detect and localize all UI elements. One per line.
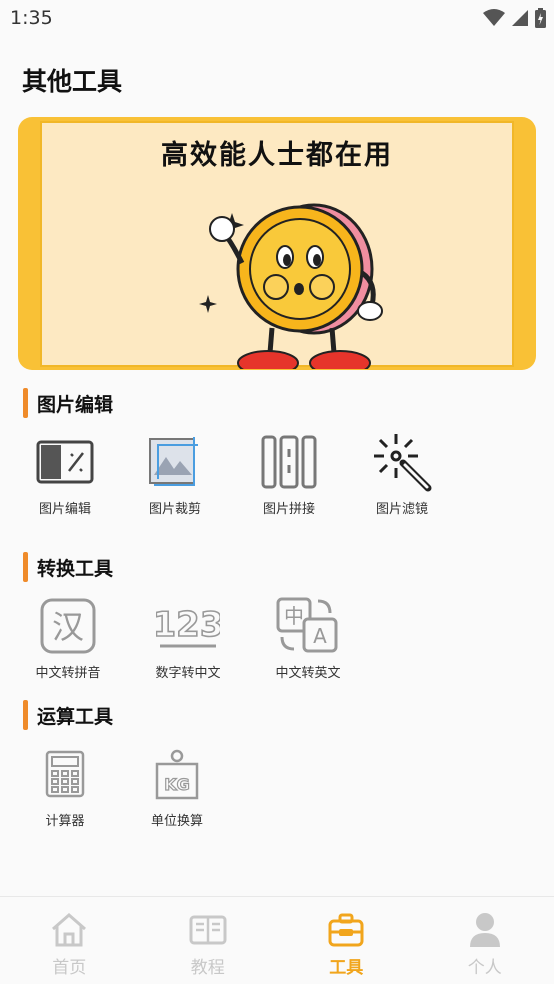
nav-label: 教程 [190,958,225,978]
section-title: 运算工具 [37,705,114,728]
nav-profile[interactable]: 个人 [416,897,554,984]
magic-wand-icon [352,432,452,492]
tool-label: 图片拼接 [262,502,315,517]
battery-icon [535,8,546,28]
tool-label: 图片编辑 [38,502,91,517]
kg-glyph: KG [164,775,190,794]
tool-label: 数字转中文 [155,666,221,681]
tool-image-edit[interactable]: 图片编辑 [15,432,115,517]
tool-label: 中文转英文 [275,666,341,681]
nav-home[interactable]: 首页 [0,897,139,984]
translate-icon: 中 A [258,596,358,656]
tool-label: 计算器 [45,814,85,829]
tool-chinese-to-english[interactable]: 中 A 中文转英文 [258,596,358,681]
toolbox-icon [324,909,368,951]
tool-label: 中文转拼音 [35,666,101,681]
nav-tutorial[interactable]: 教程 [139,897,278,984]
coin-mascot-illustration [199,203,383,369]
tool-number-to-chinese[interactable]: 123 数字转中文 [138,596,238,681]
bottom-nav: 首页 教程 工具 个人 [0,896,554,984]
translate-glyph-en: A [313,624,327,648]
section-header-image-editing: 图片编辑 [23,387,113,419]
section-title: 图片编辑 [37,393,114,416]
nav-label: 首页 [52,958,87,978]
book-icon [186,909,230,951]
tool-label: 单位换算 [150,814,203,829]
wifi-icon [483,9,505,26]
tool-image-filter[interactable]: 图片滤镜 [352,432,452,517]
tool-unit-conversion[interactable]: KG 单位换算 [127,744,227,829]
signal-icon [512,10,528,26]
tool-label: 图片裁剪 [148,502,201,517]
section-header-conversion: 转换工具 [23,551,113,583]
nav-tools[interactable]: 工具 [277,897,416,984]
status-bar: 1:35 [0,0,554,38]
person-icon [463,909,507,951]
chinese-char-icon: 汉 [18,596,118,656]
banner-headline: 高效能人士都在用 [161,140,393,171]
status-time: 1:35 [10,7,53,29]
page-title: 其他工具 [22,67,123,96]
status-icons [483,7,546,29]
section-accent-bar [23,700,28,730]
tool-chinese-to-pinyin[interactable]: 汉 中文转拼音 [18,596,118,681]
home-icon [47,909,91,951]
numbers-glyph: 123 [156,605,220,645]
tool-calculator[interactable]: 计算器 [15,744,115,829]
banner-board: 高效能人士都在用 [40,121,514,369]
image-edit-icon [15,432,115,492]
nav-label: 个人 [467,958,502,978]
tool-image-crop[interactable]: 图片裁剪 [125,432,225,517]
section-title: 转换工具 [37,557,114,580]
image-stitch-icon [239,432,339,492]
section-accent-bar [23,552,28,582]
section-header-calculation: 运算工具 [23,699,113,731]
tool-image-stitch[interactable]: 图片拼接 [239,432,339,517]
section-accent-bar [23,388,28,418]
translate-glyph-zh: 中 [284,604,304,628]
numbers-icon: 123 [138,596,238,656]
nav-label: 工具 [329,958,364,978]
weight-kg-icon: KG [127,744,227,804]
image-crop-icon [125,432,225,492]
calculator-icon [15,744,115,804]
chinese-char-glyph: 汉 [52,608,84,646]
promo-banner[interactable]: 高效能人士都在用 [18,117,536,370]
tool-label: 图片滤镜 [375,502,428,517]
